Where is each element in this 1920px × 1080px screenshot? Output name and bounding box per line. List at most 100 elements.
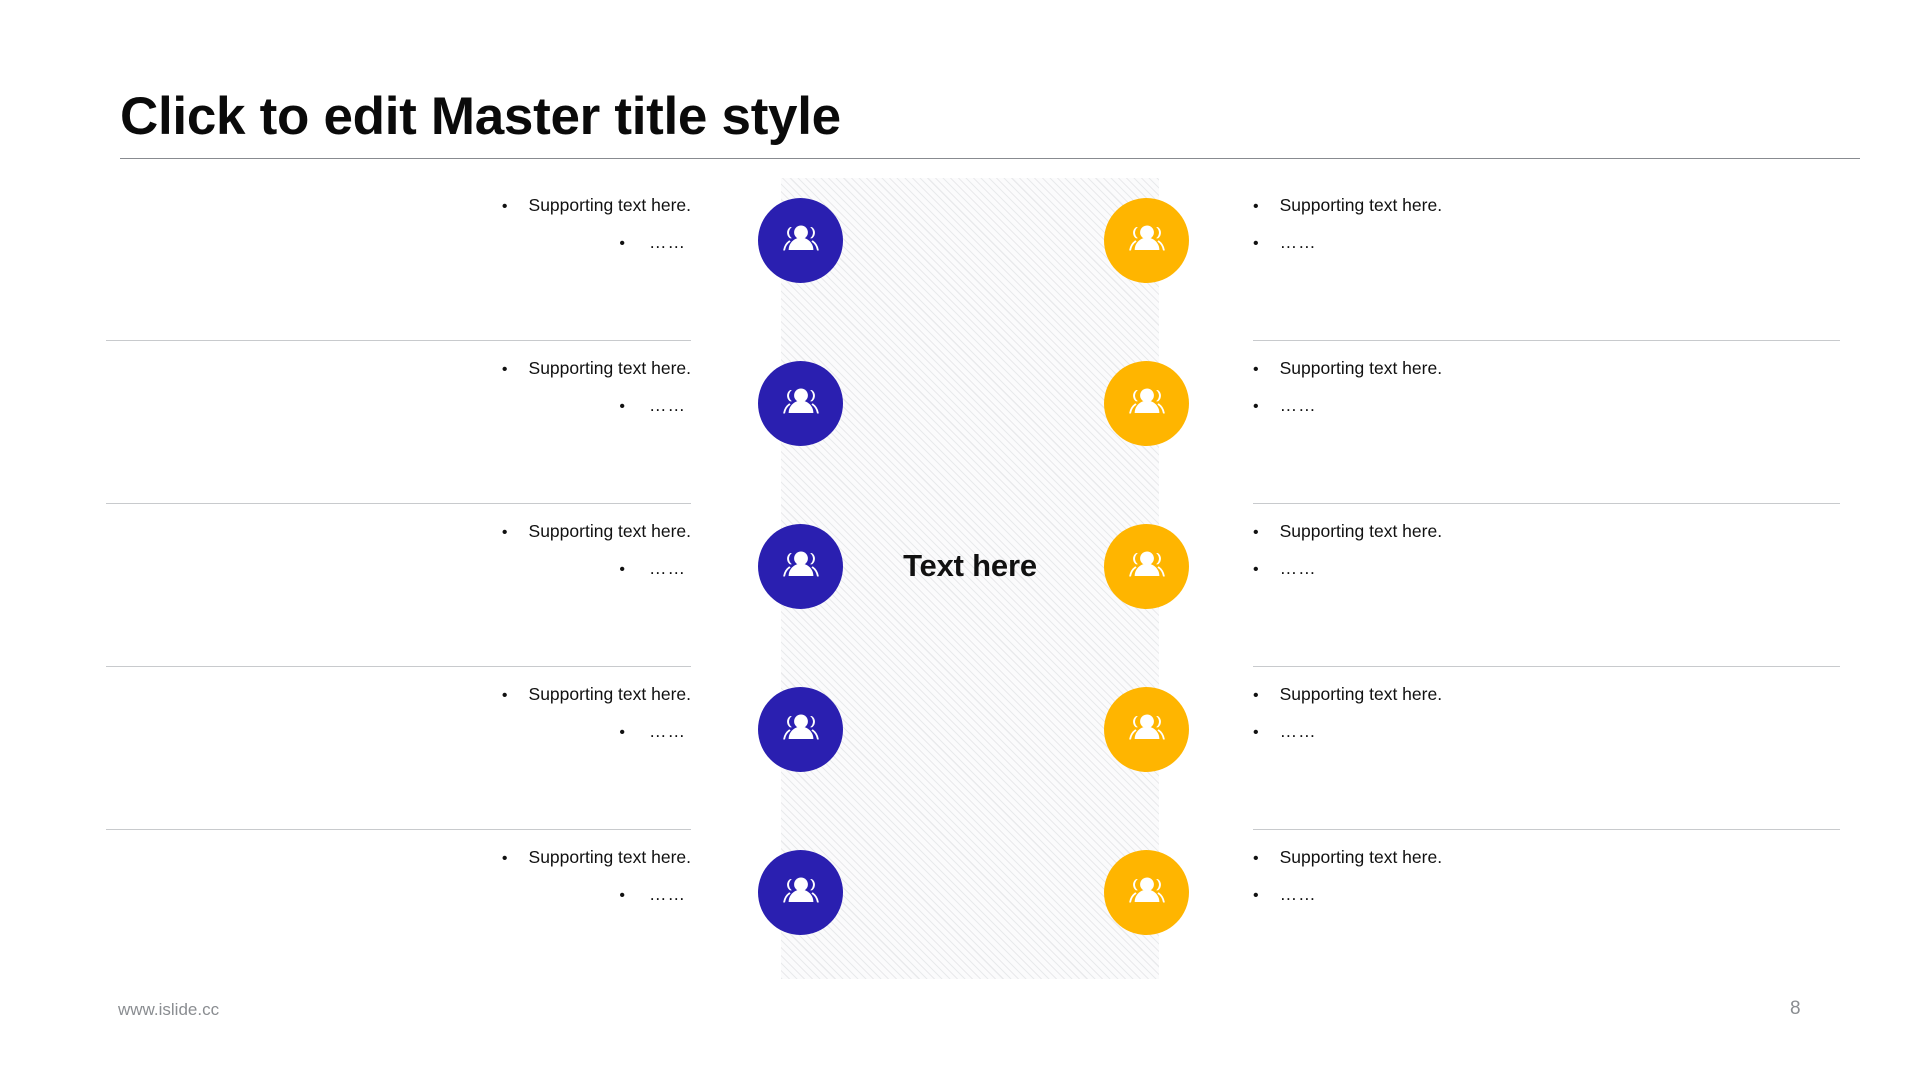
people-group-icon-blue[interactable] — [758, 687, 843, 772]
bullet-line[interactable]: • …… — [106, 881, 691, 907]
bullet-dot-icon: • — [619, 235, 625, 253]
people-group-icon-blue[interactable] — [758, 524, 843, 609]
bullet-text: Supporting text here. — [528, 195, 691, 215]
left-text-column: • Supporting text here. • …… — [106, 844, 691, 908]
people-group-icon-blue[interactable] — [758, 198, 843, 283]
content-row: • Supporting text here. • …… • Supportin… — [0, 178, 1920, 341]
page-title[interactable]: Click to edit Master title style — [120, 88, 1860, 145]
bullet-line[interactable]: • …… — [106, 392, 691, 418]
bullet-dot-icon: • — [1253, 235, 1259, 253]
right-text-column: • Supporting text here. • …… — [1253, 192, 1853, 256]
right-text-column: • Supporting text here. • …… — [1253, 518, 1853, 582]
bullet-dot-icon: • — [1253, 887, 1259, 905]
bullet-dot-icon: • — [1253, 561, 1259, 579]
people-group-icon — [782, 387, 819, 413]
bullet-text: Supporting text here. — [1279, 847, 1443, 867]
bullet-line[interactable]: • Supporting text here. — [1253, 192, 1853, 218]
bullet-text: …… — [1279, 232, 1317, 253]
bullet-dot-icon: • — [1253, 687, 1259, 704]
people-group-icon — [1128, 713, 1165, 739]
bullet-dot-icon: • — [501, 524, 508, 541]
bullet-line[interactable]: • …… — [106, 229, 691, 255]
people-group-icon — [782, 713, 819, 739]
bullet-text: Supporting text here. — [528, 847, 691, 867]
people-group-icon-amber[interactable] — [1104, 687, 1189, 772]
bullet-line[interactable]: • Supporting text here. — [1253, 681, 1853, 707]
bullet-text: Supporting text here. — [528, 358, 691, 378]
bullet-text: Supporting text here. — [1279, 358, 1443, 378]
bullet-dot-icon: • — [619, 724, 625, 742]
people-group-icon-blue[interactable] — [758, 850, 843, 935]
bullet-line[interactable]: • …… — [1253, 718, 1853, 744]
bullet-dot-icon: • — [619, 561, 625, 579]
title-block: Click to edit Master title style — [120, 88, 1860, 160]
bullet-text: …… — [649, 395, 686, 416]
right-text-column: • Supporting text here. • …… — [1253, 844, 1853, 908]
people-group-icon — [782, 550, 819, 576]
people-group-icon — [782, 224, 819, 250]
people-group-icon — [782, 876, 819, 902]
bullet-line[interactable]: • …… — [1253, 881, 1853, 907]
left-text-column: • Supporting text here. • …… — [106, 355, 691, 419]
footer-url[interactable]: www.islide.cc — [118, 1000, 219, 1020]
bullet-text: …… — [649, 721, 686, 742]
bullet-line[interactable]: • …… — [1253, 555, 1853, 581]
bullet-text: Supporting text here. — [1279, 195, 1443, 215]
bullet-text: Supporting text here. — [528, 521, 691, 541]
content-row: • Supporting text here. • …… • Supportin… — [0, 504, 1920, 667]
left-text-column: • Supporting text here. • …… — [106, 518, 691, 582]
bullet-line[interactable]: • Supporting text here. — [106, 355, 691, 381]
bullet-text: …… — [1279, 558, 1317, 579]
people-group-icon — [1128, 224, 1165, 250]
bullet-dot-icon: • — [1253, 198, 1259, 215]
slide-canvas: Click to edit Master title style Text he… — [0, 0, 1920, 1080]
bullet-dot-icon: • — [619, 887, 625, 905]
people-group-icon-amber[interactable] — [1104, 198, 1189, 283]
people-group-icon-amber[interactable] — [1104, 361, 1189, 446]
bullet-text: Supporting text here. — [528, 684, 691, 704]
bullet-line[interactable]: • Supporting text here. — [1253, 518, 1853, 544]
right-text-column: • Supporting text here. • …… — [1253, 681, 1853, 745]
left-text-column: • Supporting text here. • …… — [106, 192, 691, 256]
content-rows: • Supporting text here. • …… • Supportin… — [0, 178, 1920, 993]
bullet-dot-icon: • — [619, 398, 625, 416]
people-group-icon-blue[interactable] — [758, 361, 843, 446]
bullet-dot-icon: • — [1253, 361, 1259, 378]
bullet-dot-icon: • — [1253, 398, 1259, 416]
people-group-icon-amber[interactable] — [1104, 524, 1189, 609]
footer-page-number: 8 — [1790, 998, 1801, 1019]
bullet-text: Supporting text here. — [1279, 684, 1443, 704]
bullet-line[interactable]: • Supporting text here. — [1253, 844, 1853, 870]
bullet-line[interactable]: • …… — [1253, 392, 1853, 418]
bullet-line[interactable]: • Supporting text here. — [1253, 355, 1853, 381]
bullet-line[interactable]: • Supporting text here. — [106, 681, 691, 707]
bullet-text: …… — [1279, 395, 1317, 416]
bullet-dot-icon: • — [501, 687, 508, 704]
people-group-icon — [1128, 550, 1165, 576]
bullet-text: …… — [1279, 884, 1317, 905]
right-text-column: • Supporting text here. • …… — [1253, 355, 1853, 419]
bullet-line[interactable]: • …… — [106, 555, 691, 581]
bullet-dot-icon: • — [1253, 724, 1259, 742]
bullet-line[interactable]: • Supporting text here. — [106, 518, 691, 544]
content-row: • Supporting text here. • …… • Supportin… — [0, 341, 1920, 504]
bullet-line[interactable]: • …… — [1253, 229, 1853, 255]
bullet-line[interactable]: • …… — [106, 718, 691, 744]
people-group-icon-amber[interactable] — [1104, 850, 1189, 935]
bullet-text: …… — [649, 232, 686, 253]
bullet-dot-icon: • — [501, 198, 508, 215]
bullet-line[interactable]: • Supporting text here. — [106, 844, 691, 870]
people-group-icon — [1128, 387, 1165, 413]
bullet-text: …… — [1279, 721, 1317, 742]
bullet-dot-icon: • — [1253, 850, 1259, 867]
bullet-text: …… — [649, 558, 686, 579]
bullet-dot-icon: • — [501, 850, 508, 867]
bullet-dot-icon: • — [1253, 524, 1259, 541]
title-underline-rule — [120, 158, 1860, 160]
people-group-icon — [1128, 876, 1165, 902]
bullet-line[interactable]: • Supporting text here. — [106, 192, 691, 218]
bullet-text: Supporting text here. — [1279, 521, 1443, 541]
bullet-dot-icon: • — [501, 361, 508, 378]
bullet-text: …… — [649, 884, 686, 905]
left-text-column: • Supporting text here. • …… — [106, 681, 691, 745]
